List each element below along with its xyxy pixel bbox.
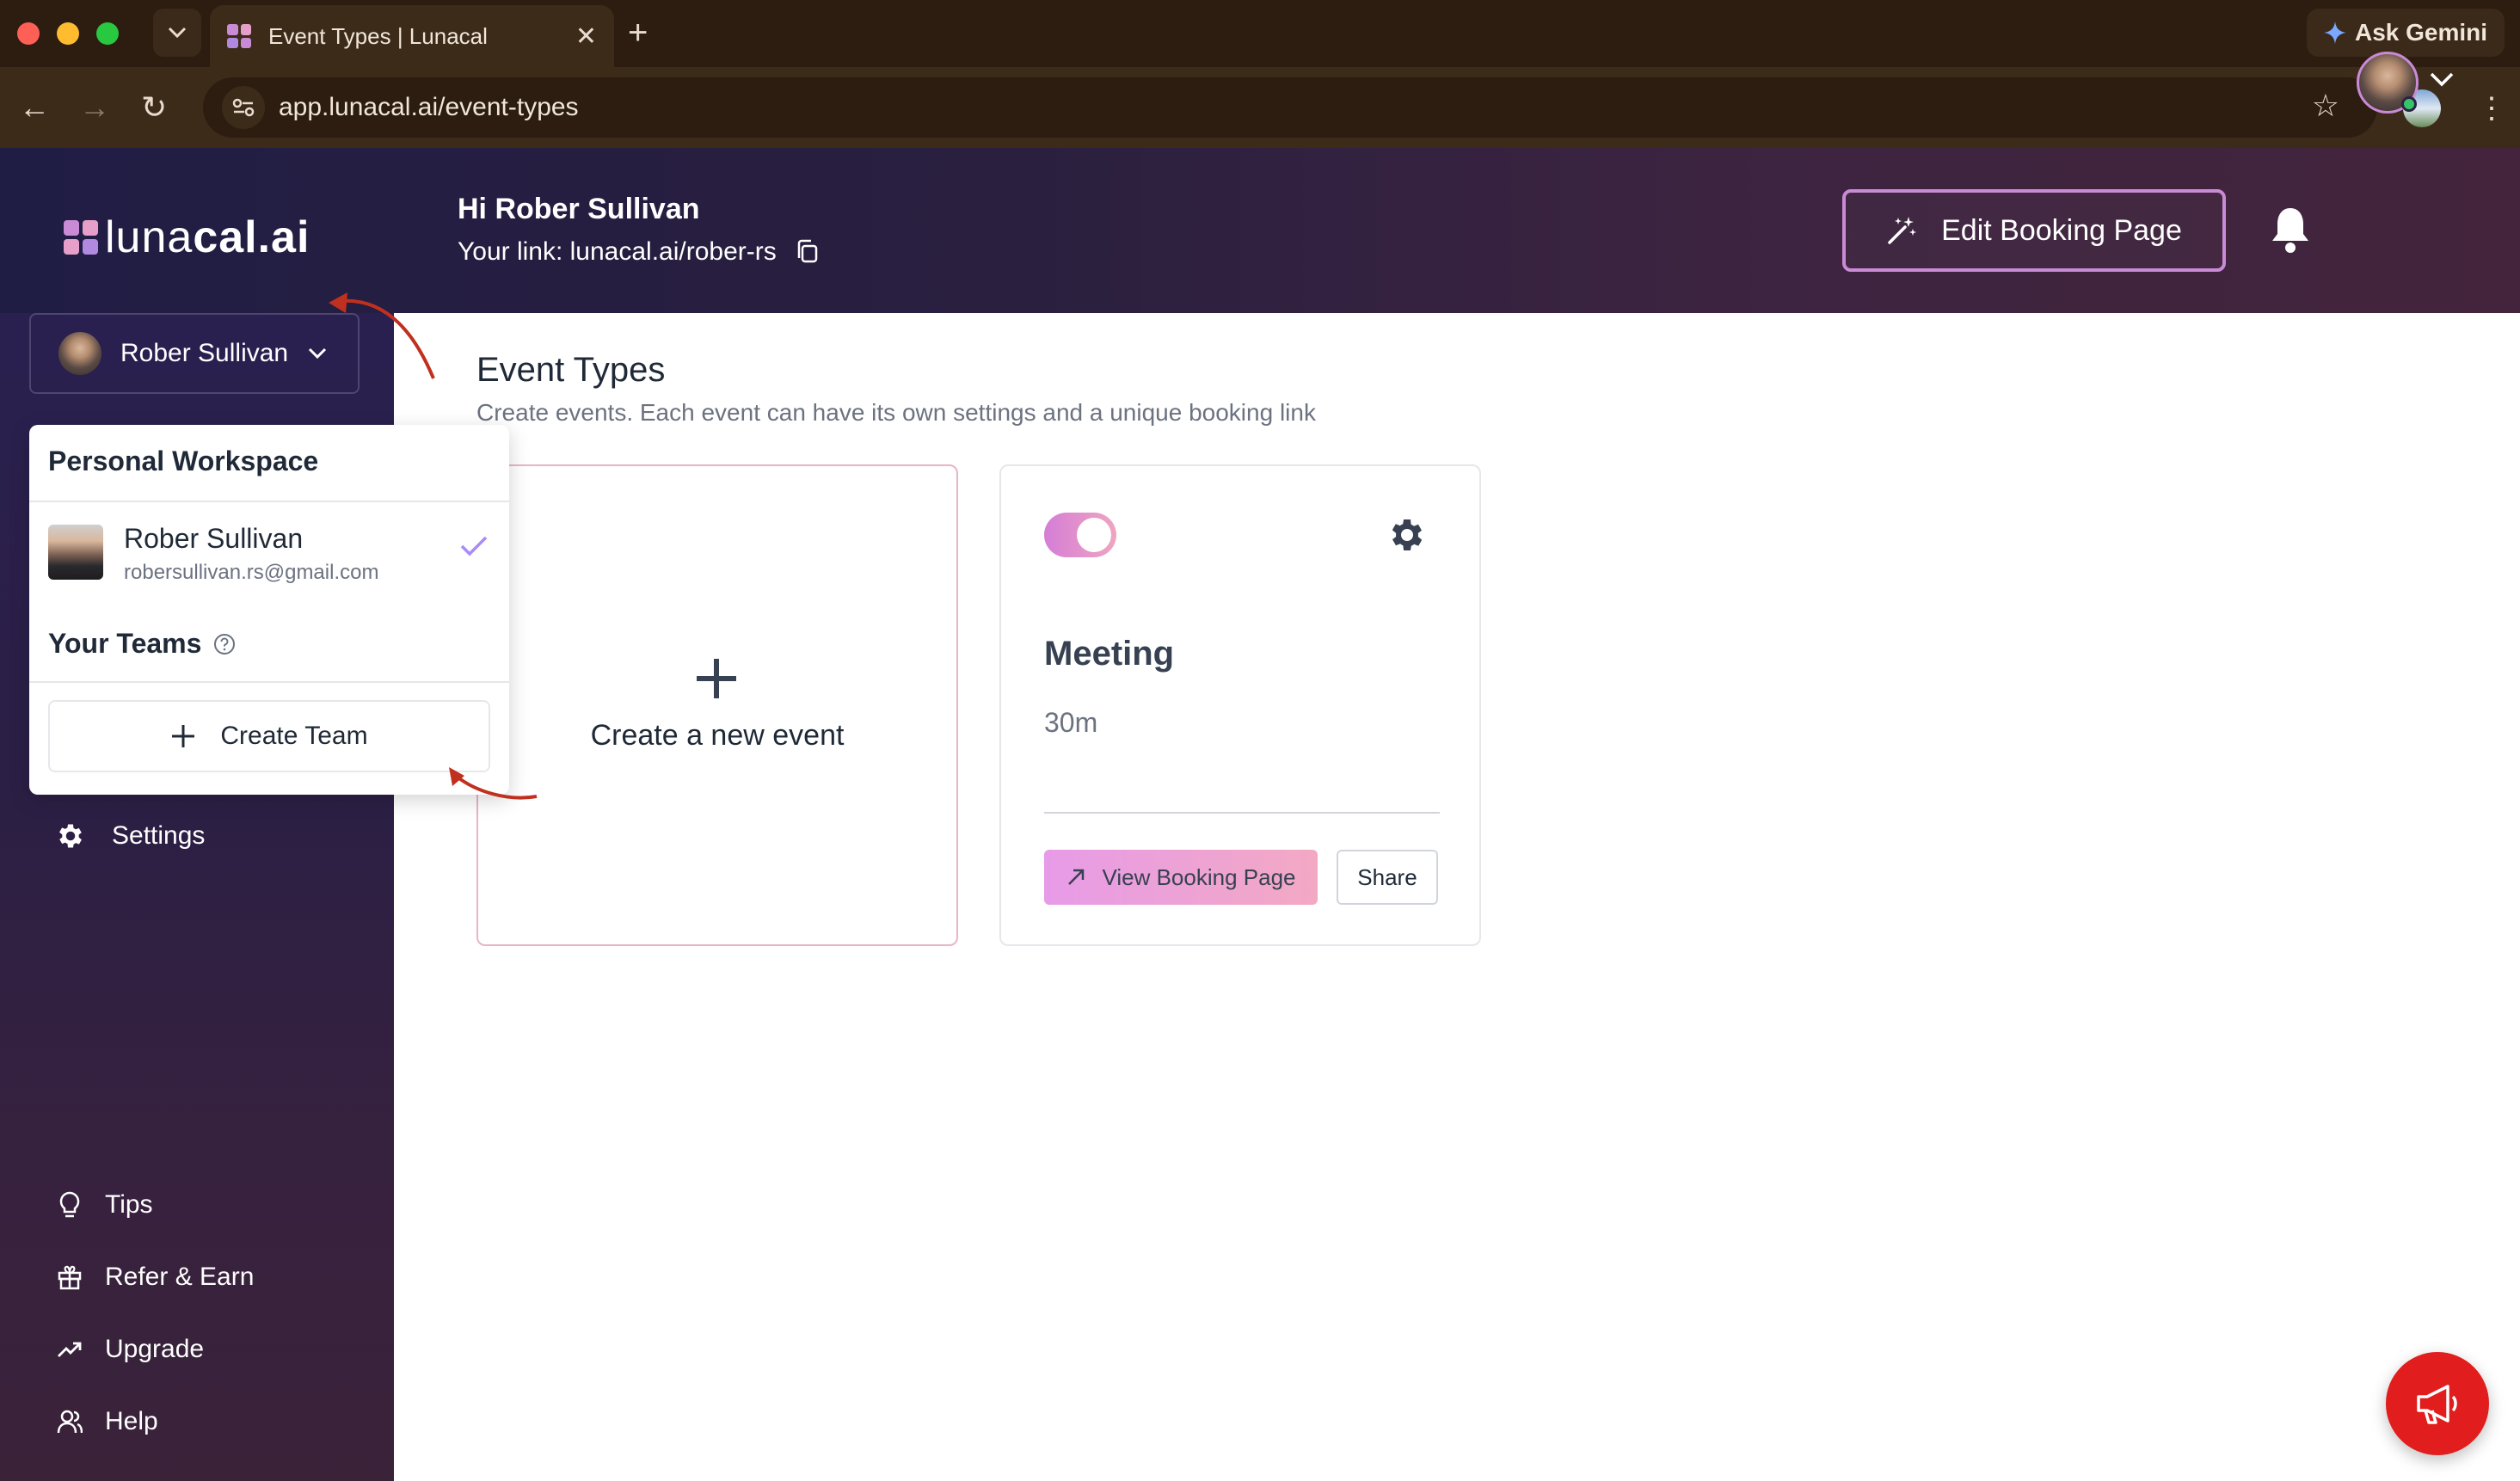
workspace-dropdown: Personal Workspace Rober Sullivan robers… (29, 425, 509, 795)
tab-title: Event Types | Lunacal (268, 22, 488, 49)
browser-tab-bar: Event Types | Lunacal ✕ + Ask Gemini (0, 0, 2520, 67)
app-header: lunacal.ai Hi Rober Sullivan Your link: … (0, 148, 2520, 313)
browser-menu-icon[interactable]: ⋮ (2477, 91, 2506, 126)
external-arrow-icon (1068, 869, 1085, 885)
sidebar-item-label: Tips (105, 1190, 153, 1219)
create-team-label: Create Team (220, 722, 368, 750)
ask-gemini-button[interactable]: Ask Gemini (2307, 9, 2505, 57)
gift-icon (58, 1265, 82, 1290)
logo-text-luna: luna (105, 212, 194, 262)
plus-icon (172, 725, 195, 747)
workspace-user-name: Rober Sullivan (120, 339, 289, 367)
new-tab-icon[interactable]: + (628, 12, 648, 53)
gemini-sparkle-icon (2323, 22, 2346, 44)
trending-up-icon (58, 1342, 82, 1357)
edit-booking-page-label: Edit Booking Page (1941, 213, 2182, 247)
logo-mark-icon (64, 220, 98, 255)
sidebar-item-label: Help (105, 1407, 158, 1435)
logo-text-cal: cal (193, 212, 258, 262)
chevron-down-icon (309, 347, 327, 359)
copy-icon[interactable] (796, 239, 820, 265)
divider (29, 501, 509, 502)
lunacal-logo[interactable]: lunacal.ai (64, 212, 310, 263)
event-enabled-toggle[interactable] (1044, 513, 1116, 557)
view-booking-page-label: View Booking Page (1102, 863, 1296, 890)
your-teams-label: Your Teams (48, 628, 202, 659)
window-zoom-button[interactable] (96, 22, 119, 45)
browser-tab[interactable]: Event Types | Lunacal ✕ (210, 5, 614, 67)
view-booking-page-button[interactable]: View Booking Page (1044, 850, 1318, 905)
page-subtitle: Create events. Each event can have its o… (476, 399, 1316, 426)
dropdown-title: Personal Workspace (48, 446, 319, 476)
ask-gemini-label: Ask Gemini (2354, 19, 2488, 46)
announcements-button[interactable] (2386, 1352, 2489, 1455)
page-title: Event Types (476, 351, 666, 389)
your-link-text: Your link: lunacal.ai/rober-rs (458, 237, 777, 266)
divider (29, 681, 509, 683)
magic-wand-icon (1888, 217, 1917, 244)
check-icon (460, 536, 488, 556)
create-new-event-card[interactable]: Create a new event (476, 464, 958, 946)
event-settings-gear-icon[interactable] (1386, 514, 1428, 556)
lunacal-favicon-icon (227, 24, 251, 48)
users-icon (57, 1410, 83, 1434)
bookmark-star-icon[interactable]: ☆ (2312, 88, 2339, 124)
notification-bell-icon[interactable] (2269, 205, 2312, 255)
event-duration: 30m (1044, 707, 1098, 738)
megaphone-icon (2417, 1385, 2457, 1424)
gear-icon (59, 824, 82, 848)
url-field[interactable]: app.lunacal.ai/event-types ☆ (203, 77, 2377, 138)
online-status-dot (2401, 96, 2417, 112)
sidebar-item-refer-earn[interactable]: Refer & Earn (57, 1263, 254, 1292)
create-team-button[interactable]: Create Team (48, 700, 490, 772)
share-label: Share (1357, 863, 1417, 890)
sidebar-item-help[interactable]: Help (57, 1407, 158, 1436)
help-circle-icon[interactable] (213, 633, 236, 655)
back-arrow-icon[interactable]: ← (19, 88, 50, 127)
sidebar-item-settings[interactable]: Settings (55, 820, 205, 851)
workspace-avatar (58, 332, 101, 375)
create-new-event-label: Create a new event (590, 719, 845, 752)
chevron-down-icon (168, 27, 187, 39)
sidebar-item-label: Upgrade (105, 1335, 205, 1363)
lightbulb-icon (59, 1191, 80, 1218)
sidebar-item-upgrade[interactable]: Upgrade (57, 1335, 204, 1364)
dropdown-user-email: robersullivan.rs@gmail.com (124, 561, 379, 584)
close-tab-icon[interactable]: ✕ (575, 22, 597, 52)
event-card-meeting: Meeting 30m View Booking Page Share (999, 464, 1481, 946)
sidebar-item-tips[interactable]: Tips (57, 1190, 153, 1220)
sidebar-item-label: Settings (112, 821, 206, 850)
window-minimize-button[interactable] (57, 22, 79, 45)
user-photo (48, 525, 103, 580)
tab-search-button[interactable] (153, 9, 201, 57)
url-text: app.lunacal.ai/event-types (279, 93, 579, 121)
forward-arrow-icon[interactable]: → (79, 88, 110, 127)
account-menu-chevron-icon[interactable] (2429, 71, 2455, 88)
logo-text-ai: .ai (257, 212, 310, 262)
your-link: Your link: lunacal.ai/rober-rs (458, 237, 820, 267)
dropdown-user-name[interactable]: Rober Sullivan (124, 523, 303, 555)
your-teams-heading: Your Teams (48, 628, 236, 660)
site-info-icon[interactable] (222, 86, 265, 129)
share-button[interactable]: Share (1337, 850, 1438, 905)
divider (1044, 812, 1440, 814)
browser-address-bar: ← → ↻ app.lunacal.ai/event-types ☆ ⋮ (0, 67, 2520, 148)
workspace-selector[interactable]: Rober Sullivan (29, 313, 360, 394)
window-close-button[interactable] (17, 22, 40, 45)
sidebar-item-label: Refer & Earn (105, 1263, 255, 1291)
reload-icon[interactable]: ↻ (141, 88, 167, 127)
event-title: Meeting (1044, 635, 1175, 673)
edit-booking-page-button[interactable]: Edit Booking Page (1842, 189, 2226, 272)
plus-icon (697, 659, 736, 698)
greeting: Hi Rober Sullivan (458, 193, 700, 225)
